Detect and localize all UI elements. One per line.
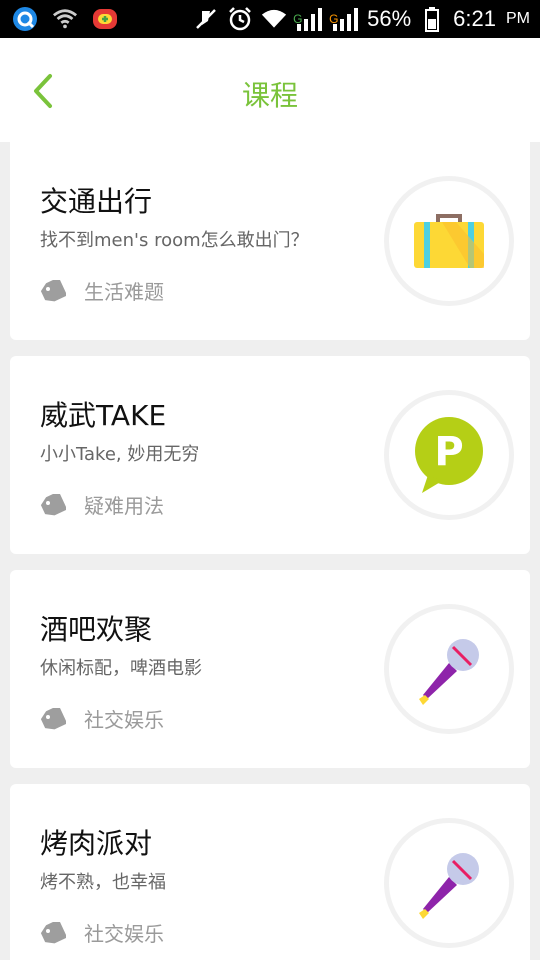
course-title: 交通出行	[40, 185, 153, 218]
course-tag-label: 疑难用法	[84, 494, 164, 518]
svg-text:P: P	[434, 429, 463, 475]
course-tag: 社交娱乐	[40, 918, 164, 947]
course-tag: 生活难题	[40, 276, 164, 305]
battery-percent: 56%	[367, 6, 412, 31]
signal-icon-2: G	[329, 6, 359, 32]
tag-icon	[40, 493, 66, 515]
course-list[interactable]: 交通出行 找不到men's room怎么敢出门？ 生活难题 威武TAKE 小小T…	[0, 142, 540, 960]
course-title: 威武TAKE	[40, 399, 167, 432]
wifi-icon	[261, 6, 287, 32]
clock-ampm: PM	[506, 10, 530, 27]
tag-icon	[40, 707, 66, 729]
signal-type-1: G	[293, 12, 303, 26]
course-card[interactable]: 酒吧欢聚 休闲标配，啤酒电影 社交娱乐	[10, 570, 530, 768]
page-title: 课程	[241, 79, 298, 112]
course-subtitle: 烤不熟，也幸福	[40, 872, 166, 893]
status-bar-right: G G 56% 6:21 PM	[193, 4, 530, 34]
course-title: 酒吧欢聚	[40, 613, 153, 646]
clock-time: 6:21	[453, 6, 496, 31]
course-tag-label: 社交娱乐	[84, 708, 164, 732]
microphone-icon	[384, 818, 514, 948]
status-bar: G G 56% 6:21 PM	[0, 0, 540, 38]
mute-icon	[193, 6, 219, 32]
course-subtitle: 找不到men's room怎么敢出门？	[40, 230, 309, 251]
game-app-icon	[92, 6, 118, 32]
course-subtitle: 休闲标配，啤酒电影	[40, 658, 202, 679]
signal-icon: G	[293, 6, 323, 32]
parking-p-icon: P	[384, 390, 514, 520]
alarm-icon	[227, 6, 253, 32]
course-card[interactable]: 烤肉派对 烤不熟，也幸福 社交娱乐	[10, 784, 530, 960]
q-app-icon	[12, 6, 38, 32]
tag-icon	[40, 921, 66, 943]
course-title: 烤肉派对	[40, 827, 153, 860]
signal-type-2: G	[329, 12, 339, 26]
status-bar-left	[12, 6, 118, 32]
suitcase-icon	[384, 176, 514, 306]
tag-icon	[40, 279, 66, 301]
course-tag-label: 社交娱乐	[84, 922, 164, 946]
course-tag: 疑难用法	[40, 490, 164, 519]
course-card[interactable]: 威武TAKE 小小Take, 妙用无穷 疑难用法 P	[10, 356, 530, 554]
app-header: 课程	[0, 38, 540, 142]
course-tag-label: 生活难题	[84, 280, 164, 304]
course-subtitle: 小小Take, 妙用无穷	[40, 444, 200, 465]
battery-icon	[419, 6, 445, 32]
course-tag: 社交娱乐	[40, 704, 164, 733]
microphone-icon	[384, 604, 514, 734]
course-card[interactable]: 交通出行 找不到men's room怎么敢出门？ 生活难题	[10, 142, 530, 340]
wifi-question-icon	[52, 6, 78, 32]
